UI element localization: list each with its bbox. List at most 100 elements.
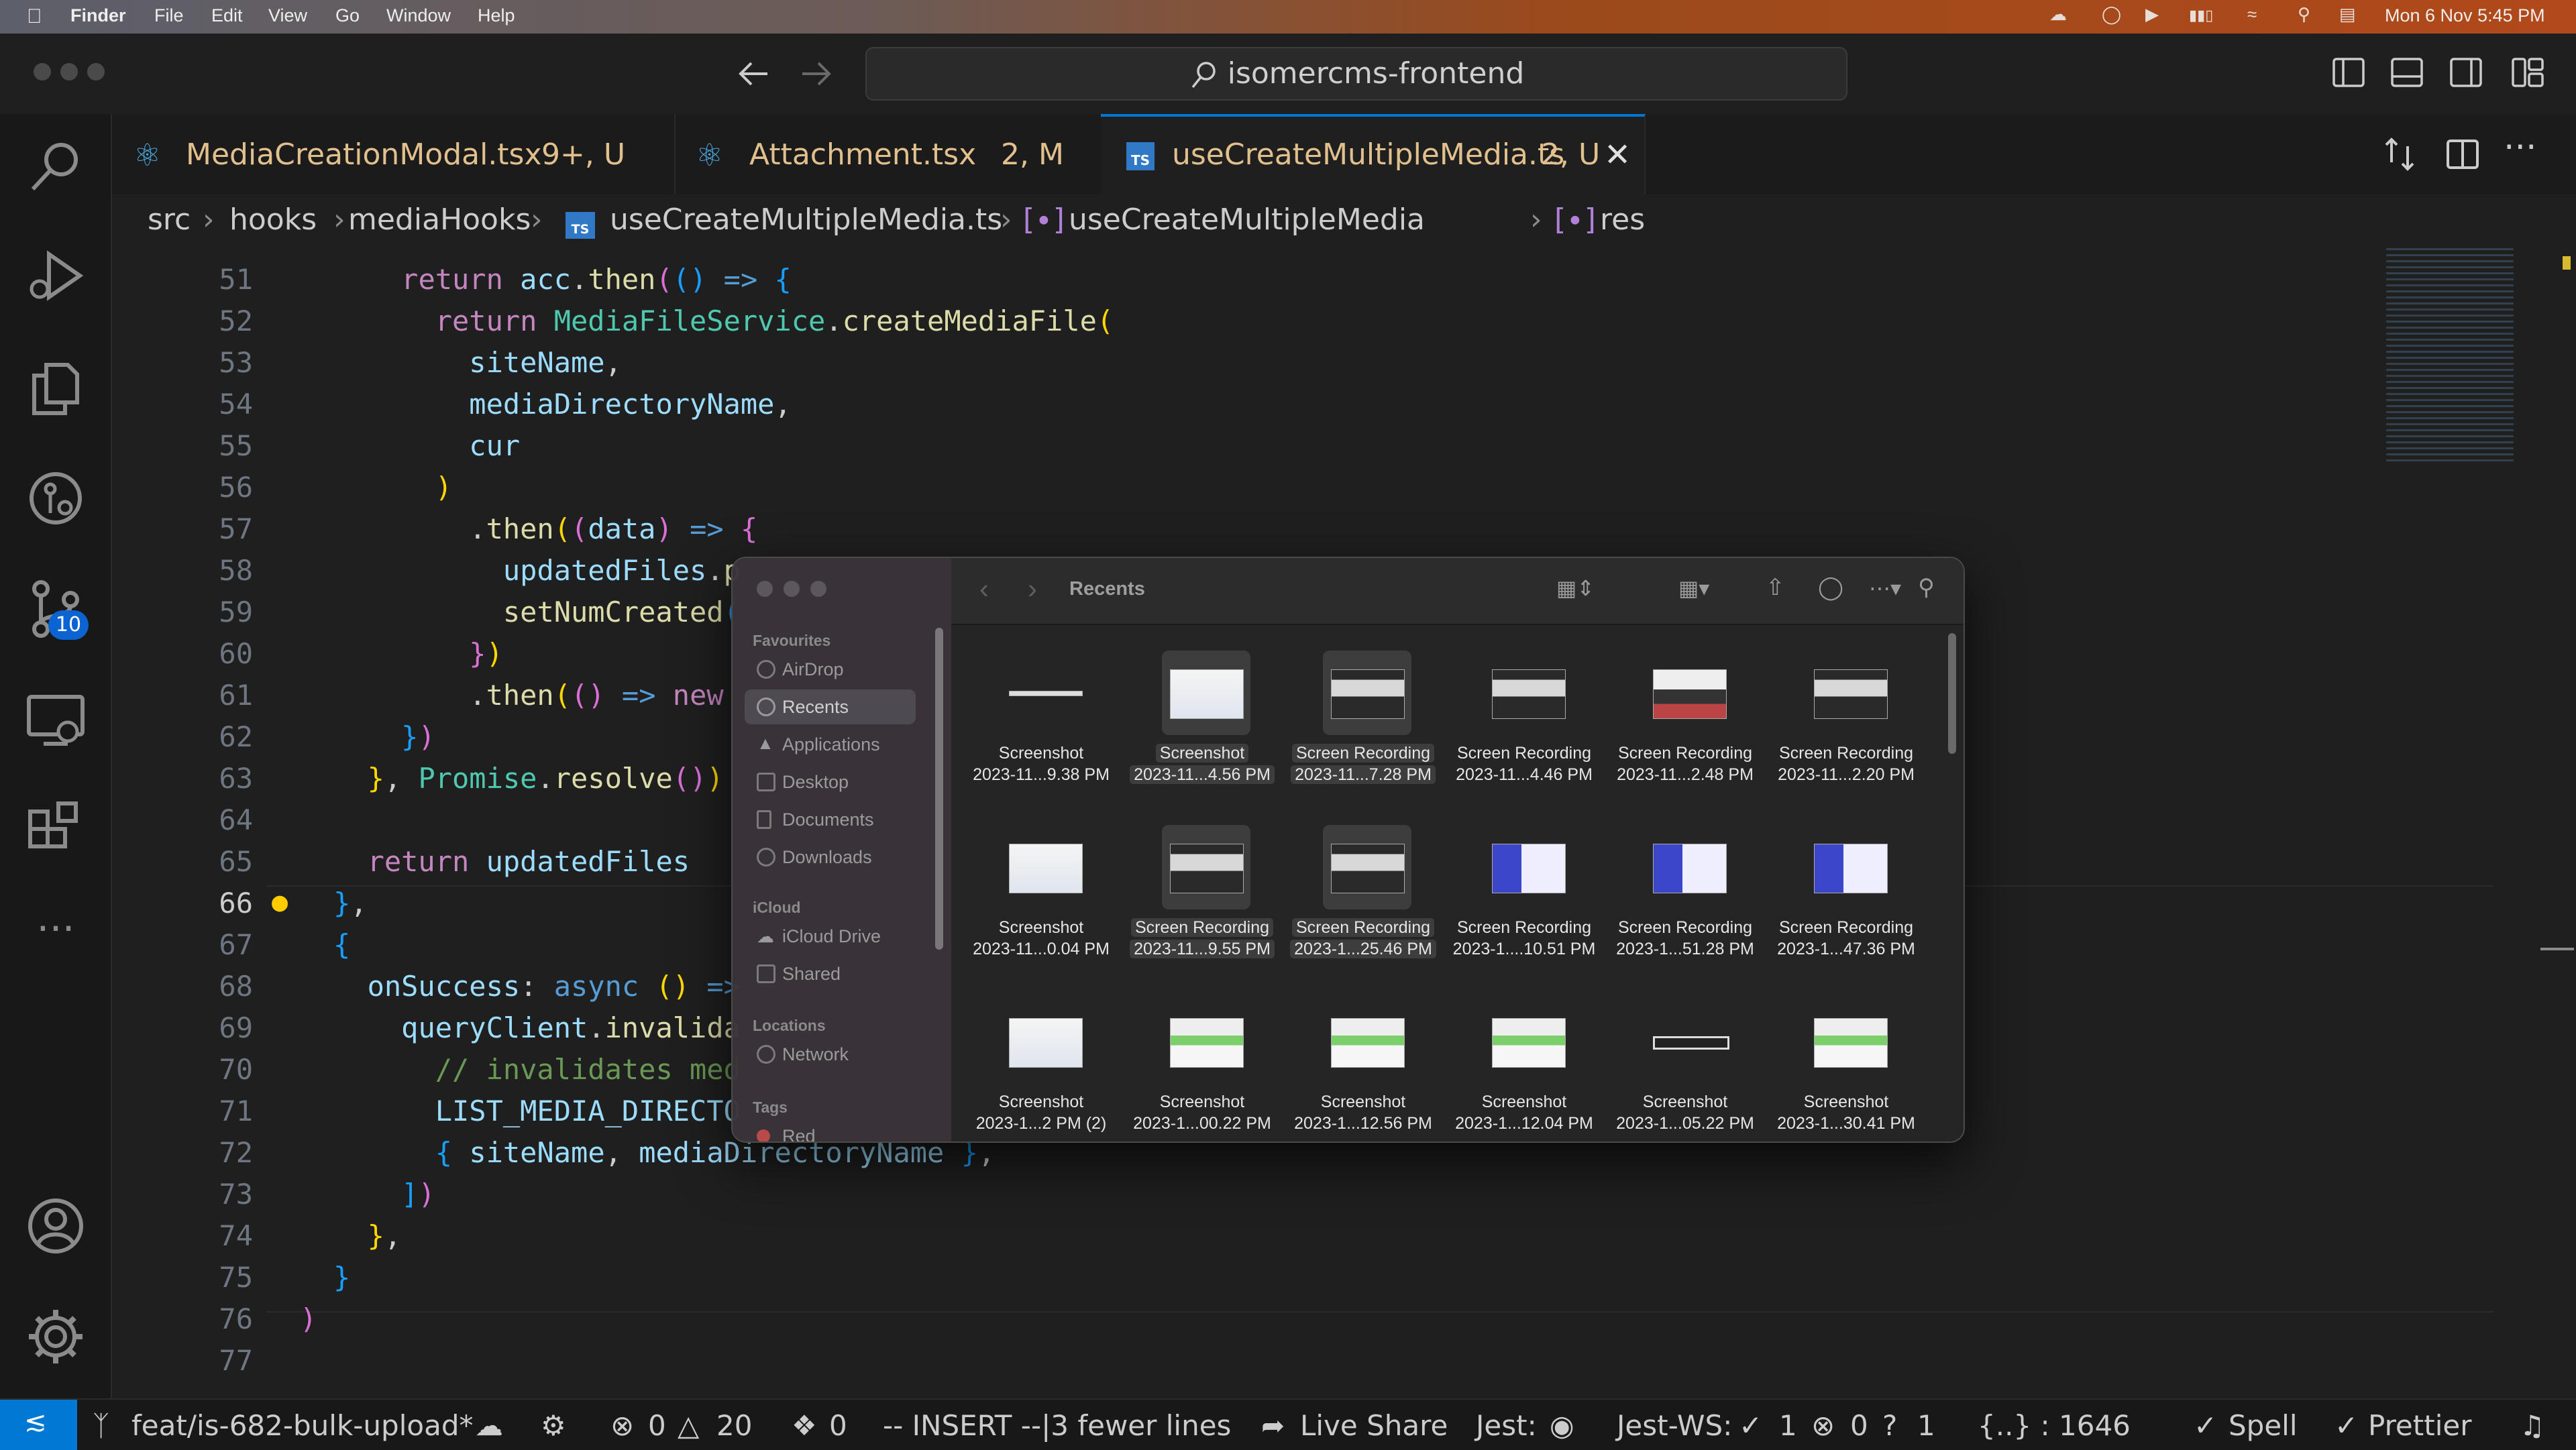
menu-app-name[interactable]: Finder	[70, 5, 126, 26]
content-scrollbar[interactable]	[1948, 633, 1956, 754]
file-item[interactable]: Screen Recording 2023-11...9.55 PM	[1123, 820, 1281, 987]
git-branch[interactable]: feat/is-682-bulk-upload*	[131, 1409, 473, 1442]
more-views-icon[interactable]: ···	[23, 909, 88, 973]
apple-icon[interactable]: 	[27, 5, 42, 28]
back-chevron-icon[interactable]: ‹	[979, 573, 989, 605]
explorer-icon[interactable]	[23, 355, 88, 420]
more-options-icon[interactable]: ⋯▾	[1869, 575, 1901, 601]
file-item[interactable]: Screenshot 2023-1...12.04 PM	[1445, 994, 1603, 1141]
file-item[interactable]: Screenshot 2023-1...12.56 PM	[1284, 994, 1442, 1141]
file-item[interactable]: Screen Recording 2023-11...7.28 PM	[1284, 645, 1442, 813]
problems-errors[interactable]: 0	[648, 1409, 666, 1442]
search-icon[interactable]	[23, 134, 88, 199]
menu-view[interactable]: View	[268, 5, 307, 26]
wifi-icon[interactable]: ≈	[2247, 4, 2257, 25]
accounts-icon[interactable]	[23, 1194, 88, 1258]
breadcrumb-item[interactable]: src	[148, 203, 191, 237]
cloud-sync-icon[interactable]: ☁	[475, 1409, 503, 1442]
extensions-icon[interactable]	[23, 798, 88, 862]
spell-button[interactable]: Spell	[2229, 1409, 2298, 1442]
control-center-icon[interactable]: ▤	[2339, 4, 2356, 25]
split-editor-icon[interactable]	[2444, 135, 2481, 173]
menu-go[interactable]: Go	[335, 5, 360, 26]
sidebar-item-downloads[interactable]: Downloads	[745, 840, 916, 875]
toggle-primary-sidebar-icon[interactable]	[2331, 55, 2366, 90]
spotlight-search-icon[interactable]: ⚲	[2298, 4, 2310, 25]
sidebar-item-documents[interactable]: Documents	[745, 802, 916, 837]
forward-arrow-icon[interactable]	[798, 58, 833, 90]
file-item[interactable]: Screenshot 2023-1...00.22 PM	[1123, 994, 1281, 1141]
problems-warnings[interactable]: 20	[716, 1409, 752, 1442]
file-item[interactable]: Screenshot 2023-1...2 PM (2)	[962, 994, 1120, 1141]
menu-clock[interactable]: Mon 6 Nov 5:45 PM	[2385, 5, 2545, 26]
eye-icon[interactable]: ◉	[1550, 1409, 1574, 1442]
file-item[interactable]: Screen Recording 2023-1....10.51 PM	[1445, 820, 1603, 987]
close-tab-icon[interactable]: ✕	[1604, 114, 1631, 196]
remote-indicator-button[interactable]: ≲	[0, 1400, 77, 1450]
sidebar-item-applications[interactable]: ▲ Applications	[745, 727, 916, 762]
breadcrumb-item[interactable]: mediaHooks	[348, 203, 531, 237]
tab-attachment[interactable]: ⚛ Attachment.tsx 2, M	[674, 114, 1102, 194]
command-center-search[interactable]: isomercms-frontend	[865, 47, 1847, 101]
sidebar-item-desktop[interactable]: Desktop	[745, 765, 916, 799]
sidebar-item-recents[interactable]: Recents	[745, 689, 916, 724]
cursor-position[interactable]: {..} : 1646	[1978, 1409, 2131, 1442]
window-zoom-button[interactable]	[87, 63, 105, 80]
breadcrumb-item[interactable]: useCreateMultipleMedia	[1069, 203, 1425, 237]
file-item[interactable]: Screen Recording 2023-11...2.20 PM	[1767, 645, 1925, 813]
run-and-debug-icon[interactable]	[23, 245, 88, 309]
jest-ws-status[interactable]: Jest-WS:	[1617, 1409, 1732, 1442]
lightbulb-icon[interactable]: ●	[272, 887, 288, 917]
menu-help[interactable]: Help	[478, 5, 515, 26]
tab-media-creation-modal[interactable]: ⚛ MediaCreationModal.tsx 9+, U	[112, 114, 676, 194]
file-item[interactable]: Screenshot 2023-11...9.38 PM	[962, 645, 1120, 813]
toggle-secondary-sidebar-icon[interactable]	[2449, 55, 2483, 90]
file-item[interactable]: Screen Recording 2023-11...4.46 PM	[1445, 645, 1603, 813]
tab-use-create-multiple-media[interactable]: TS useCreateMultipleMedia.ts 2, U ✕	[1101, 114, 1646, 197]
sidebar-item-shared[interactable]: Shared	[745, 956, 916, 991]
jest-status[interactable]: Jest:	[1476, 1409, 1537, 1442]
breadcrumb-item[interactable]: res	[1600, 203, 1645, 237]
sidebar-item-airdrop[interactable]: AirDrop	[745, 652, 916, 687]
sidebar-item-network[interactable]: Network	[745, 1037, 916, 1072]
menu-file[interactable]: File	[154, 5, 184, 26]
share-icon[interactable]: ⇧	[1766, 574, 1785, 601]
git-graph-icon[interactable]: ⚙	[541, 1409, 566, 1442]
finder-zoom-button[interactable]	[810, 581, 826, 597]
file-item[interactable]: Screen Recording 2023-1...51.28 PM	[1606, 820, 1764, 987]
file-item[interactable]: Screenshot 2023-1...05.22 PM	[1606, 994, 1764, 1141]
file-item[interactable]: Screenshot 2023-1...30.41 PM	[1767, 994, 1925, 1141]
forward-chevron-icon[interactable]: ›	[1028, 573, 1037, 605]
file-item[interactable]: Screen Recording 2023-11...2.48 PM	[1606, 645, 1764, 813]
screen-record-icon[interactable]: ▶	[2145, 4, 2159, 25]
tag-icon[interactable]: ◯	[1818, 574, 1843, 601]
window-minimize-button[interactable]	[60, 63, 78, 80]
group-by-icon[interactable]: ▦▾	[1678, 575, 1709, 601]
finder-minimize-button[interactable]	[784, 581, 800, 597]
ports-count[interactable]: 0	[829, 1409, 847, 1442]
customize-layout-icon[interactable]	[2510, 55, 2545, 90]
prettier-button[interactable]: Prettier	[2368, 1409, 2472, 1442]
view-mode-icon[interactable]: ▦⇕	[1556, 575, 1595, 601]
search-icon[interactable]: ⚲	[1918, 574, 1935, 601]
menu-window[interactable]: Window	[386, 5, 451, 26]
git-graph-icon[interactable]	[23, 466, 88, 531]
bell-icon[interactable]: ♫	[2520, 1409, 2545, 1442]
battery-icon[interactable]: ▮▮▯	[2189, 7, 2213, 24]
file-item[interactable]: Screen Recording 2023-1...47.36 PM	[1767, 820, 1925, 987]
status-menu-icon[interactable]: ◯	[2102, 4, 2121, 25]
breadcrumb-item[interactable]: useCreateMultipleMedia.ts	[610, 203, 1002, 237]
sidebar-scrollbar[interactable]	[935, 628, 943, 950]
live-share-button[interactable]: Live Share	[1300, 1409, 1448, 1442]
open-changes-icon[interactable]	[2381, 135, 2418, 173]
breadcrumb-item[interactable]: hooks	[229, 203, 317, 237]
remote-explorer-icon[interactable]	[23, 687, 88, 752]
file-item[interactable]: Screen Recording 2023-1...25.46 PM	[1284, 820, 1442, 987]
window-close-button[interactable]	[34, 63, 51, 80]
file-item[interactable]: Screenshot 2023-11...4.56 PM	[1123, 645, 1281, 813]
manage-gear-icon[interactable]	[23, 1304, 88, 1369]
menu-edit[interactable]: Edit	[211, 5, 243, 26]
sidebar-item-icloud-drive[interactable]: ☁ iCloud Drive	[745, 919, 916, 954]
toggle-panel-icon[interactable]	[2390, 55, 2424, 90]
status-menu-icon[interactable]: ☁	[2049, 4, 2067, 25]
